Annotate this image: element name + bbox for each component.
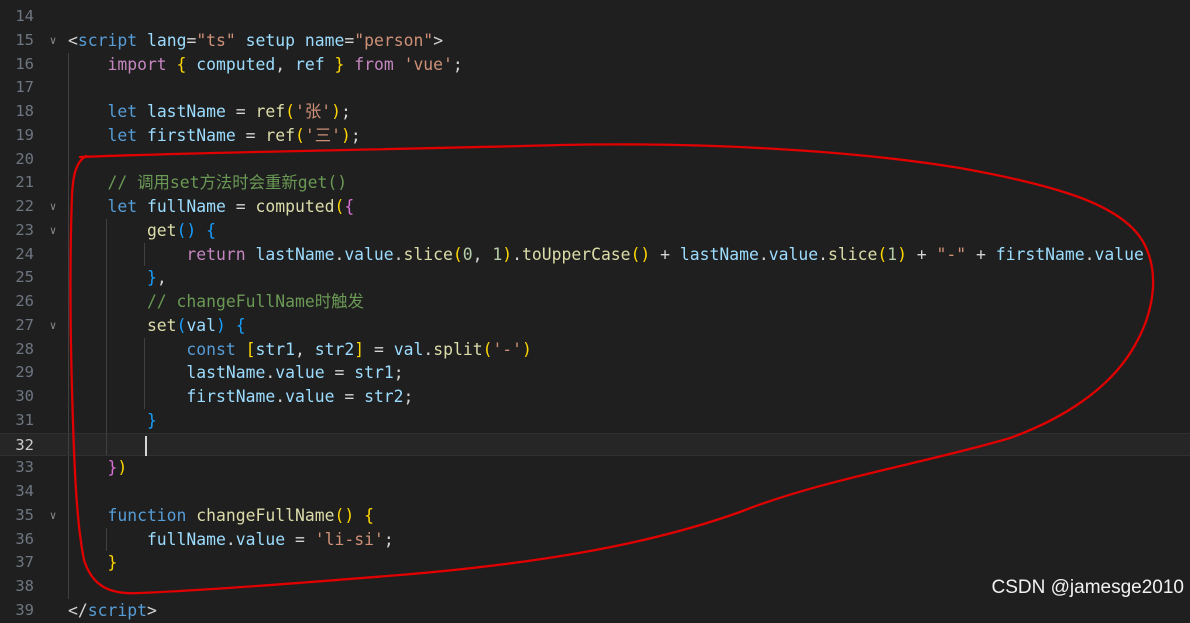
red-annotation-loop — [69, 143, 1155, 595]
watermark: CSDN @jamesge2010 — [991, 577, 1185, 598]
